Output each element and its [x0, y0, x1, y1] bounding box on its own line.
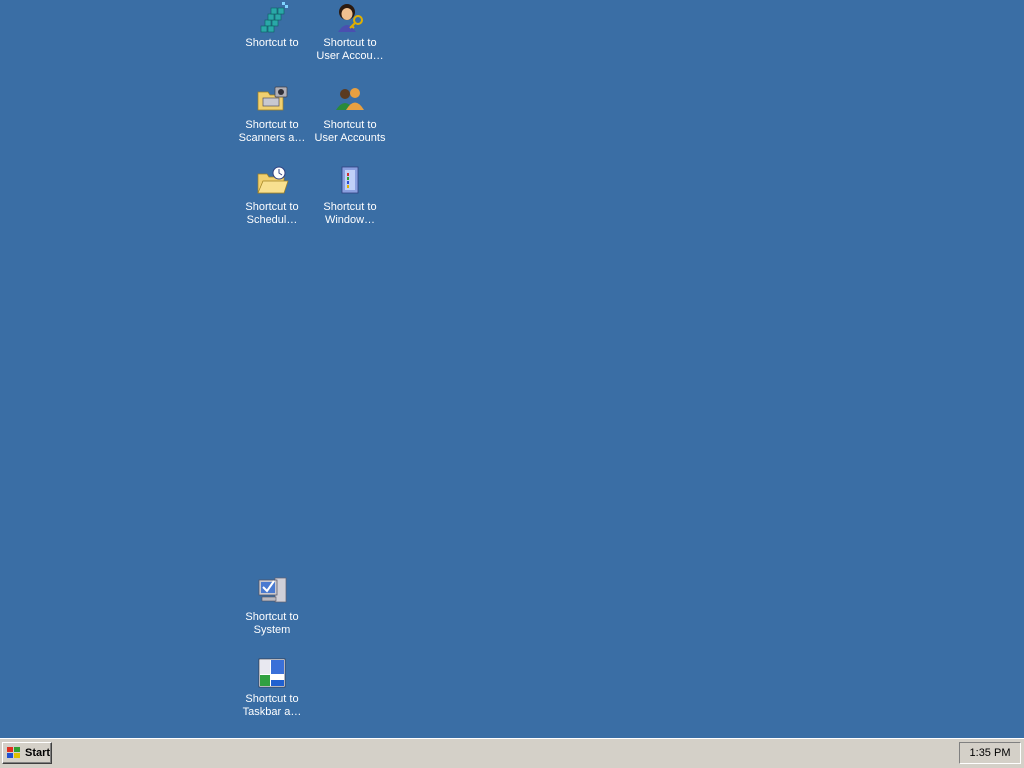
taskbar-start-menu-icon: [258, 658, 286, 688]
icon-label: Shortcut to Taskbar a…: [242, 693, 302, 718]
desktop-shortcut-windows-components[interactable]: Shortcut to Window…: [312, 164, 388, 227]
system-tray: 1:35 PM: [959, 742, 1021, 764]
system-computer-icon: [258, 577, 287, 603]
desktop-shortcut-system[interactable]: Shortcut to System: [234, 574, 310, 637]
scanner-camera-icon: [257, 86, 288, 111]
icon-label: Shortcut to User Accou…: [316, 37, 384, 62]
registry-icon: [260, 2, 288, 33]
users-icon: [336, 88, 364, 110]
desktop-shortcut-user-accounts[interactable]: Shortcut to User Accounts: [312, 82, 388, 145]
icon-label: Shortcut to System: [245, 611, 299, 636]
icon-label: Shortcut to Window…: [323, 201, 377, 226]
icon-label: Shortcut to User Accounts: [314, 119, 386, 144]
desktop-shortcut-scheduled-tasks[interactable]: Shortcut to Schedul…: [234, 164, 310, 227]
user-key-icon: [338, 4, 363, 32]
icon-label: Shortcut to: [245, 37, 299, 49]
windows-logo-icon: [7, 747, 20, 758]
icon-label: Shortcut to Scanners a…: [238, 119, 306, 144]
desktop-shortcut-user-accounts-key[interactable]: Shortcut to User Accou…: [312, 0, 388, 63]
taskbar: Start 1:35 PM: [0, 738, 1024, 768]
desktop: Shortcut to Shortcut to User Accou… Shor…: [0, 0, 1024, 738]
desktop-shortcut-registry[interactable]: Shortcut to: [234, 0, 310, 50]
start-button[interactable]: Start: [2, 742, 52, 764]
icon-label: Shortcut to Schedul…: [245, 201, 299, 226]
clock[interactable]: 1:35 PM: [970, 747, 1011, 759]
windows-components-icon: [341, 166, 359, 194]
start-button-label: Start: [25, 747, 51, 759]
desktop-shortcut-scanners-cameras[interactable]: Shortcut to Scanners a…: [234, 82, 310, 145]
scheduled-tasks-folder-icon: [257, 166, 289, 194]
desktop-shortcut-taskbar-start-menu[interactable]: Shortcut to Taskbar a…: [234, 656, 310, 719]
